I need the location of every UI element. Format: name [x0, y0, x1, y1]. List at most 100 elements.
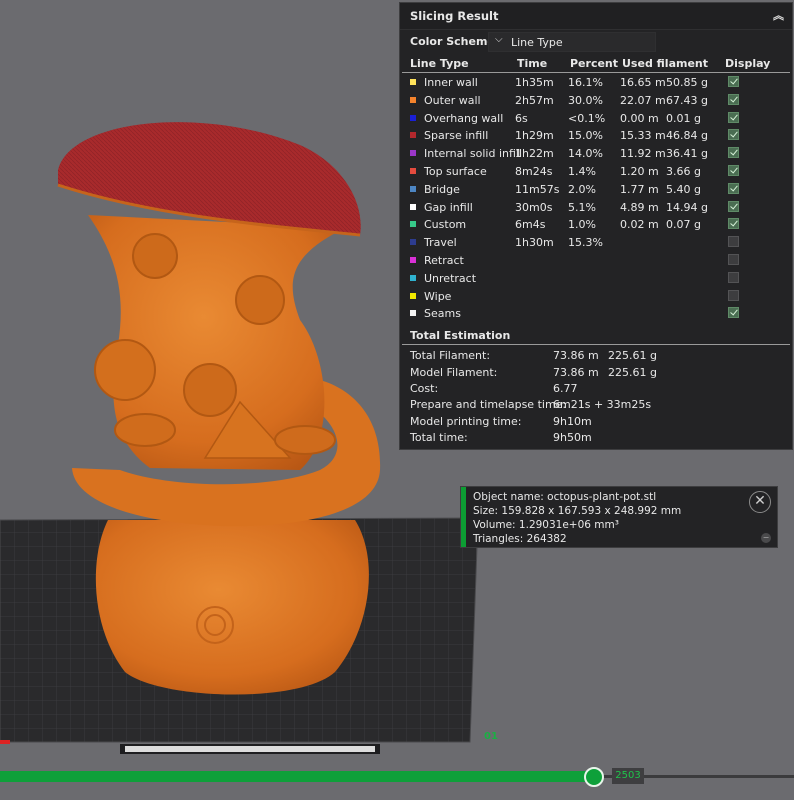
- display-checkbox[interactable]: [728, 236, 739, 248]
- close-icon[interactable]: ✕: [749, 491, 771, 513]
- line-type-weight: 3.66 g: [666, 164, 701, 178]
- line-type-row: Travel 1h30m 15.3%: [400, 233, 792, 251]
- line-type-swatch: [410, 239, 416, 246]
- line-type-row: Gap infill 30m0s 5.1% 4.89 m 14.94 g: [400, 198, 792, 216]
- line-type-row: Sparse infill 1h29m 15.0% 15.33 m 46.84 g: [400, 126, 792, 144]
- col-percent: Percent: [570, 57, 619, 70]
- line-type-swatch: [410, 274, 416, 281]
- total-value-1: 9h10m: [553, 414, 592, 428]
- display-checkbox[interactable]: [728, 129, 739, 141]
- line-type-table-body: Inner wall 1h35m 16.1% 16.65 m 50.85 g Outer …: [400, 73, 792, 322]
- line-type-swatch: [410, 132, 416, 139]
- display-checkbox[interactable]: [728, 76, 739, 87]
- total-value-1: 73.86 m: [553, 365, 599, 379]
- line-type-length: 0.00 m: [620, 111, 659, 125]
- layer-slider-handle[interactable]: [584, 767, 604, 787]
- object-volume: Volume: 1.29031e+06 mm³: [473, 519, 619, 531]
- object-size: Size: 159.828 x 167.593 x 248.992 mm: [473, 505, 682, 517]
- total-label: Total Filament:: [410, 349, 491, 363]
- line-type-time: 1h30m: [515, 236, 554, 250]
- display-checkbox[interactable]: [728, 93, 739, 105]
- total-label: Prepare and timelapse time:: [410, 398, 567, 412]
- line-type-length: 4.89 m: [620, 200, 659, 214]
- line-type-row: Custom 6m4s 1.0% 0.02 m 0.07 g: [400, 215, 792, 233]
- display-checkbox[interactable]: [728, 253, 739, 265]
- line-type-name: Bridge: [424, 182, 460, 196]
- total-value-2: 225.61 g: [608, 349, 657, 363]
- total-row: Model Filament: 73.86 m 225.61 g: [400, 364, 792, 380]
- total-row: Prepare and timelapse time: 6m21s + 33m25…: [400, 396, 792, 412]
- layer-slider-track[interactable]: [0, 771, 596, 782]
- model-octopus-plant-pot: [57, 122, 381, 695]
- line-type-name: Sparse infill: [424, 129, 489, 143]
- total-estimation-header: Total Estimation: [402, 322, 790, 346]
- line-type-name: Wipe: [424, 289, 452, 303]
- color-scheme-row: Color Scheme ⌵ Line Type: [400, 30, 792, 54]
- line-type-length: 16.65 m: [620, 76, 666, 89]
- object-name: Object name: octopus-plant-pot.stl: [473, 491, 657, 503]
- total-value-1: 6.77: [553, 381, 578, 395]
- display-checkbox[interactable]: [728, 200, 739, 212]
- line-type-weight: 5.40 g: [666, 182, 701, 196]
- line-type-length: 0.02 m: [620, 218, 659, 232]
- display-checkbox[interactable]: [728, 147, 739, 159]
- line-type-length: 1.77 m: [620, 182, 659, 196]
- display-checkbox[interactable]: [728, 111, 739, 123]
- line-type-name: Custom: [424, 218, 467, 232]
- line-type-row: Outer wall 2h57m 30.0% 22.07 m 67.43 g: [400, 91, 792, 109]
- line-type-row: Internal solid infill 1h22m 14.0% 11.92 m 36…: [400, 144, 792, 162]
- line-type-name: Unretract: [424, 271, 477, 285]
- line-type-name: Travel: [424, 236, 457, 250]
- line-type-time: 11m57s: [515, 182, 560, 196]
- color-scheme-dropdown[interactable]: ⌵ Line Type: [488, 32, 656, 52]
- display-checkbox[interactable]: [728, 182, 739, 194]
- line-type-swatch: [410, 203, 416, 210]
- line-type-swatch: [410, 150, 416, 157]
- total-row: Total time: 9h50m: [400, 429, 792, 445]
- minimize-icon[interactable]: −: [761, 533, 771, 543]
- line-type-name: Top surface: [424, 164, 487, 178]
- line-type-name: Internal solid infill: [424, 147, 523, 161]
- line-type-name: Outer wall: [424, 93, 481, 107]
- line-type-time: 1h29m: [515, 129, 554, 143]
- total-label: Model Filament:: [410, 365, 498, 379]
- col-used-filament: Used filament: [622, 57, 709, 70]
- line-type-weight: 46.84 g: [666, 129, 708, 143]
- line-type-weight: 36.41 g: [666, 147, 708, 161]
- line-type-row: Bridge 11m57s 2.0% 1.77 m 5.40 g: [400, 180, 792, 198]
- line-type-swatch: [410, 292, 416, 299]
- object-info-accent-bar: [461, 487, 466, 547]
- display-checkbox[interactable]: [728, 218, 739, 230]
- line-type-percent: 15.0%: [568, 129, 603, 143]
- line-type-time: 2h57m: [515, 93, 554, 107]
- chevron-down-icon: ⌵: [495, 34, 503, 45]
- line-type-name: Inner wall: [424, 76, 478, 89]
- total-value-1: 6m21s + 33m25s: [553, 398, 652, 412]
- display-checkbox[interactable]: [728, 307, 739, 319]
- total-value-1: 73.86 m: [553, 349, 599, 363]
- line-type-percent: 16.1%: [568, 76, 603, 89]
- line-type-weight: 14.94 g: [666, 200, 708, 214]
- collapse-icon[interactable]: ︽: [773, 3, 784, 29]
- line-type-time: 8m24s: [515, 164, 553, 178]
- line-type-length: 22.07 m: [620, 93, 666, 107]
- line-type-length: 15.33 m: [620, 129, 666, 143]
- display-checkbox[interactable]: [728, 164, 739, 176]
- line-type-percent: 2.0%: [568, 182, 596, 196]
- display-checkbox[interactable]: [728, 289, 739, 301]
- line-type-time: 1h22m: [515, 147, 554, 161]
- total-row: Total Filament: 73.86 m 225.61 g: [400, 347, 792, 363]
- line-type-time: 30m0s: [515, 200, 553, 214]
- line-type-length: 1.20 m: [620, 164, 659, 178]
- panel-title: Slicing Result: [410, 9, 499, 23]
- total-value-2: 225.61 g: [608, 365, 657, 379]
- line-type-length: 11.92 m: [620, 147, 666, 161]
- total-label: Cost:: [410, 381, 439, 395]
- line-type-percent: 15.3%: [568, 236, 603, 250]
- color-scheme-value: Line Type: [511, 36, 563, 49]
- total-row: Model printing time: 9h10m: [400, 413, 792, 429]
- display-checkbox[interactable]: [728, 271, 739, 283]
- color-scheme-label: Color Scheme: [410, 35, 495, 48]
- line-type-swatch: [410, 310, 416, 317]
- line-type-swatch: [410, 96, 416, 103]
